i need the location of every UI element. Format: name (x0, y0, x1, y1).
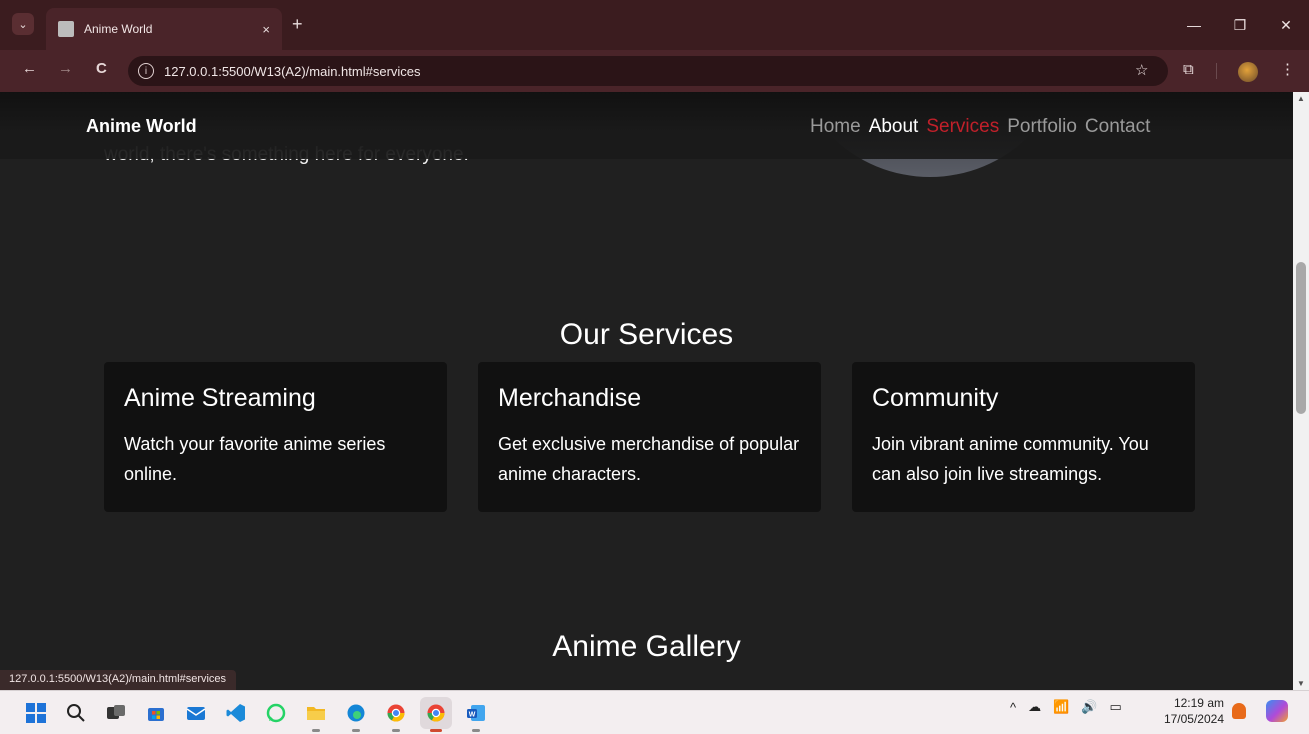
page-scrollbar[interactable]: ▲ ▼ (1293, 92, 1309, 690)
nav-link-services[interactable]: Services (926, 116, 999, 138)
profile-avatar[interactable] (1238, 62, 1258, 82)
service-card-title: Community (872, 384, 999, 412)
service-card-streaming: Anime Streaming Watch your favorite anim… (104, 362, 447, 512)
scroll-thumb[interactable] (1296, 262, 1306, 414)
wifi-icon[interactable]: 📶 (1053, 699, 1069, 715)
close-window-button[interactable]: ✕ (1263, 0, 1309, 50)
site-brand[interactable]: Anime World (86, 116, 197, 137)
chrome-icon[interactable] (380, 697, 412, 732)
site-nav-links: Home About Services Portfolio Contact (810, 116, 1150, 138)
copilot-icon[interactable] (1266, 700, 1288, 722)
service-card-community: Community Join vibrant anime community. … (852, 362, 1195, 512)
taskbar-apps: W (20, 697, 492, 732)
browser-titlebar: ⌄ Anime World × + — ❐ ✕ (0, 0, 1309, 50)
nav-link-home[interactable]: Home (810, 116, 861, 138)
favicon-icon (58, 21, 74, 37)
services-cards: Anime Streaming Watch your favorite anim… (104, 362, 1195, 512)
tray-chevron-icon[interactable]: ^ (1010, 700, 1016, 715)
service-card-text: Watch your favorite anime series online. (124, 434, 386, 484)
microsoft-store-icon[interactable] (140, 697, 172, 729)
nav-link-contact[interactable]: Contact (1085, 116, 1150, 138)
gallery-title: Anime Gallery (552, 630, 741, 663)
site-info-icon[interactable]: i (138, 63, 154, 79)
restore-button[interactable]: ❐ (1217, 0, 1263, 50)
scroll-down-arrow-icon[interactable]: ▼ (1293, 679, 1309, 688)
vscode-icon[interactable] (220, 697, 252, 729)
service-card-title: Merchandise (498, 384, 642, 412)
minimize-button[interactable]: — (1171, 0, 1217, 50)
browser-toolbar: ← → C i 127.0.0.1:5500/W13(A2)/main.html… (0, 50, 1309, 92)
chrome-active-icon[interactable] (420, 697, 452, 732)
clock-date: 17/05/2024 (1163, 712, 1224, 726)
bookmark-star-icon[interactable]: ☆ (1135, 61, 1148, 79)
back-button[interactable]: ← (22, 60, 37, 77)
tab-close-icon[interactable]: × (262, 22, 270, 37)
onedrive-cloud-icon[interactable]: ☁ (1028, 699, 1041, 715)
tab-search-button[interactable]: ⌄ (12, 13, 34, 35)
reload-button[interactable]: C (96, 60, 107, 77)
forward-button[interactable]: → (58, 60, 73, 77)
notification-bell-icon[interactable] (1232, 703, 1246, 719)
search-icon[interactable] (60, 697, 92, 729)
page-viewport: world, there's something here for everyo… (0, 92, 1309, 690)
services-title: Our Services (559, 318, 734, 351)
window-controls: — ❐ ✕ (1171, 0, 1309, 50)
windows-start-icon[interactable] (20, 697, 52, 729)
extensions-icon[interactable]: ⧉ (1183, 61, 1194, 78)
file-explorer-icon[interactable] (300, 697, 332, 732)
service-card-title: Anime Streaming (124, 384, 316, 412)
service-card-merchandise: Merchandise Get exclusive merchandise of… (478, 362, 821, 512)
volume-icon[interactable]: 🔊 (1081, 699, 1097, 715)
system-tray: ^ ☁ 📶 🔊 ▭ (1010, 699, 1122, 715)
service-card-text: Join vibrant anime community. You can al… (872, 434, 1149, 484)
mail-icon[interactable] (180, 697, 212, 729)
toolbar-divider (1216, 63, 1217, 79)
link-status-bubble: 127.0.0.1:5500/W13(A2)/main.html#service… (0, 670, 237, 690)
browser-menu-icon[interactable]: ⋮ (1280, 60, 1295, 78)
address-bar[interactable]: i 127.0.0.1:5500/W13(A2)/main.html#servi… (128, 56, 1168, 86)
word-icon[interactable]: W (460, 697, 492, 732)
battery-icon[interactable]: ▭ (1109, 699, 1121, 715)
windows-taskbar: W ^ ☁ 📶 🔊 ▭ 12:19 am 17/05/2024 (0, 690, 1309, 734)
site-navbar: Anime World Home About Services Portfoli… (0, 92, 1293, 159)
tab-title: Anime World (84, 22, 153, 36)
whatsapp-icon[interactable] (260, 697, 292, 729)
service-card-text: Get exclusive merchandise of popular ani… (498, 434, 800, 484)
url-text[interactable]: 127.0.0.1:5500/W13(A2)/main.html#service… (164, 64, 421, 79)
task-view-icon[interactable] (100, 697, 132, 729)
new-tab-button[interactable]: + (292, 14, 303, 35)
nav-link-portfolio[interactable]: Portfolio (1007, 116, 1077, 138)
browser-tab[interactable]: Anime World × (46, 8, 282, 50)
svg-text:W: W (469, 712, 476, 719)
clock-time: 12:19 am (1173, 696, 1224, 710)
edge-icon[interactable] (340, 697, 372, 732)
taskbar-clock[interactable]: 12:19 am 17/05/2024 (1158, 695, 1224, 727)
scroll-up-arrow-icon[interactable]: ▲ (1293, 94, 1309, 103)
nav-link-about[interactable]: About (869, 116, 919, 138)
